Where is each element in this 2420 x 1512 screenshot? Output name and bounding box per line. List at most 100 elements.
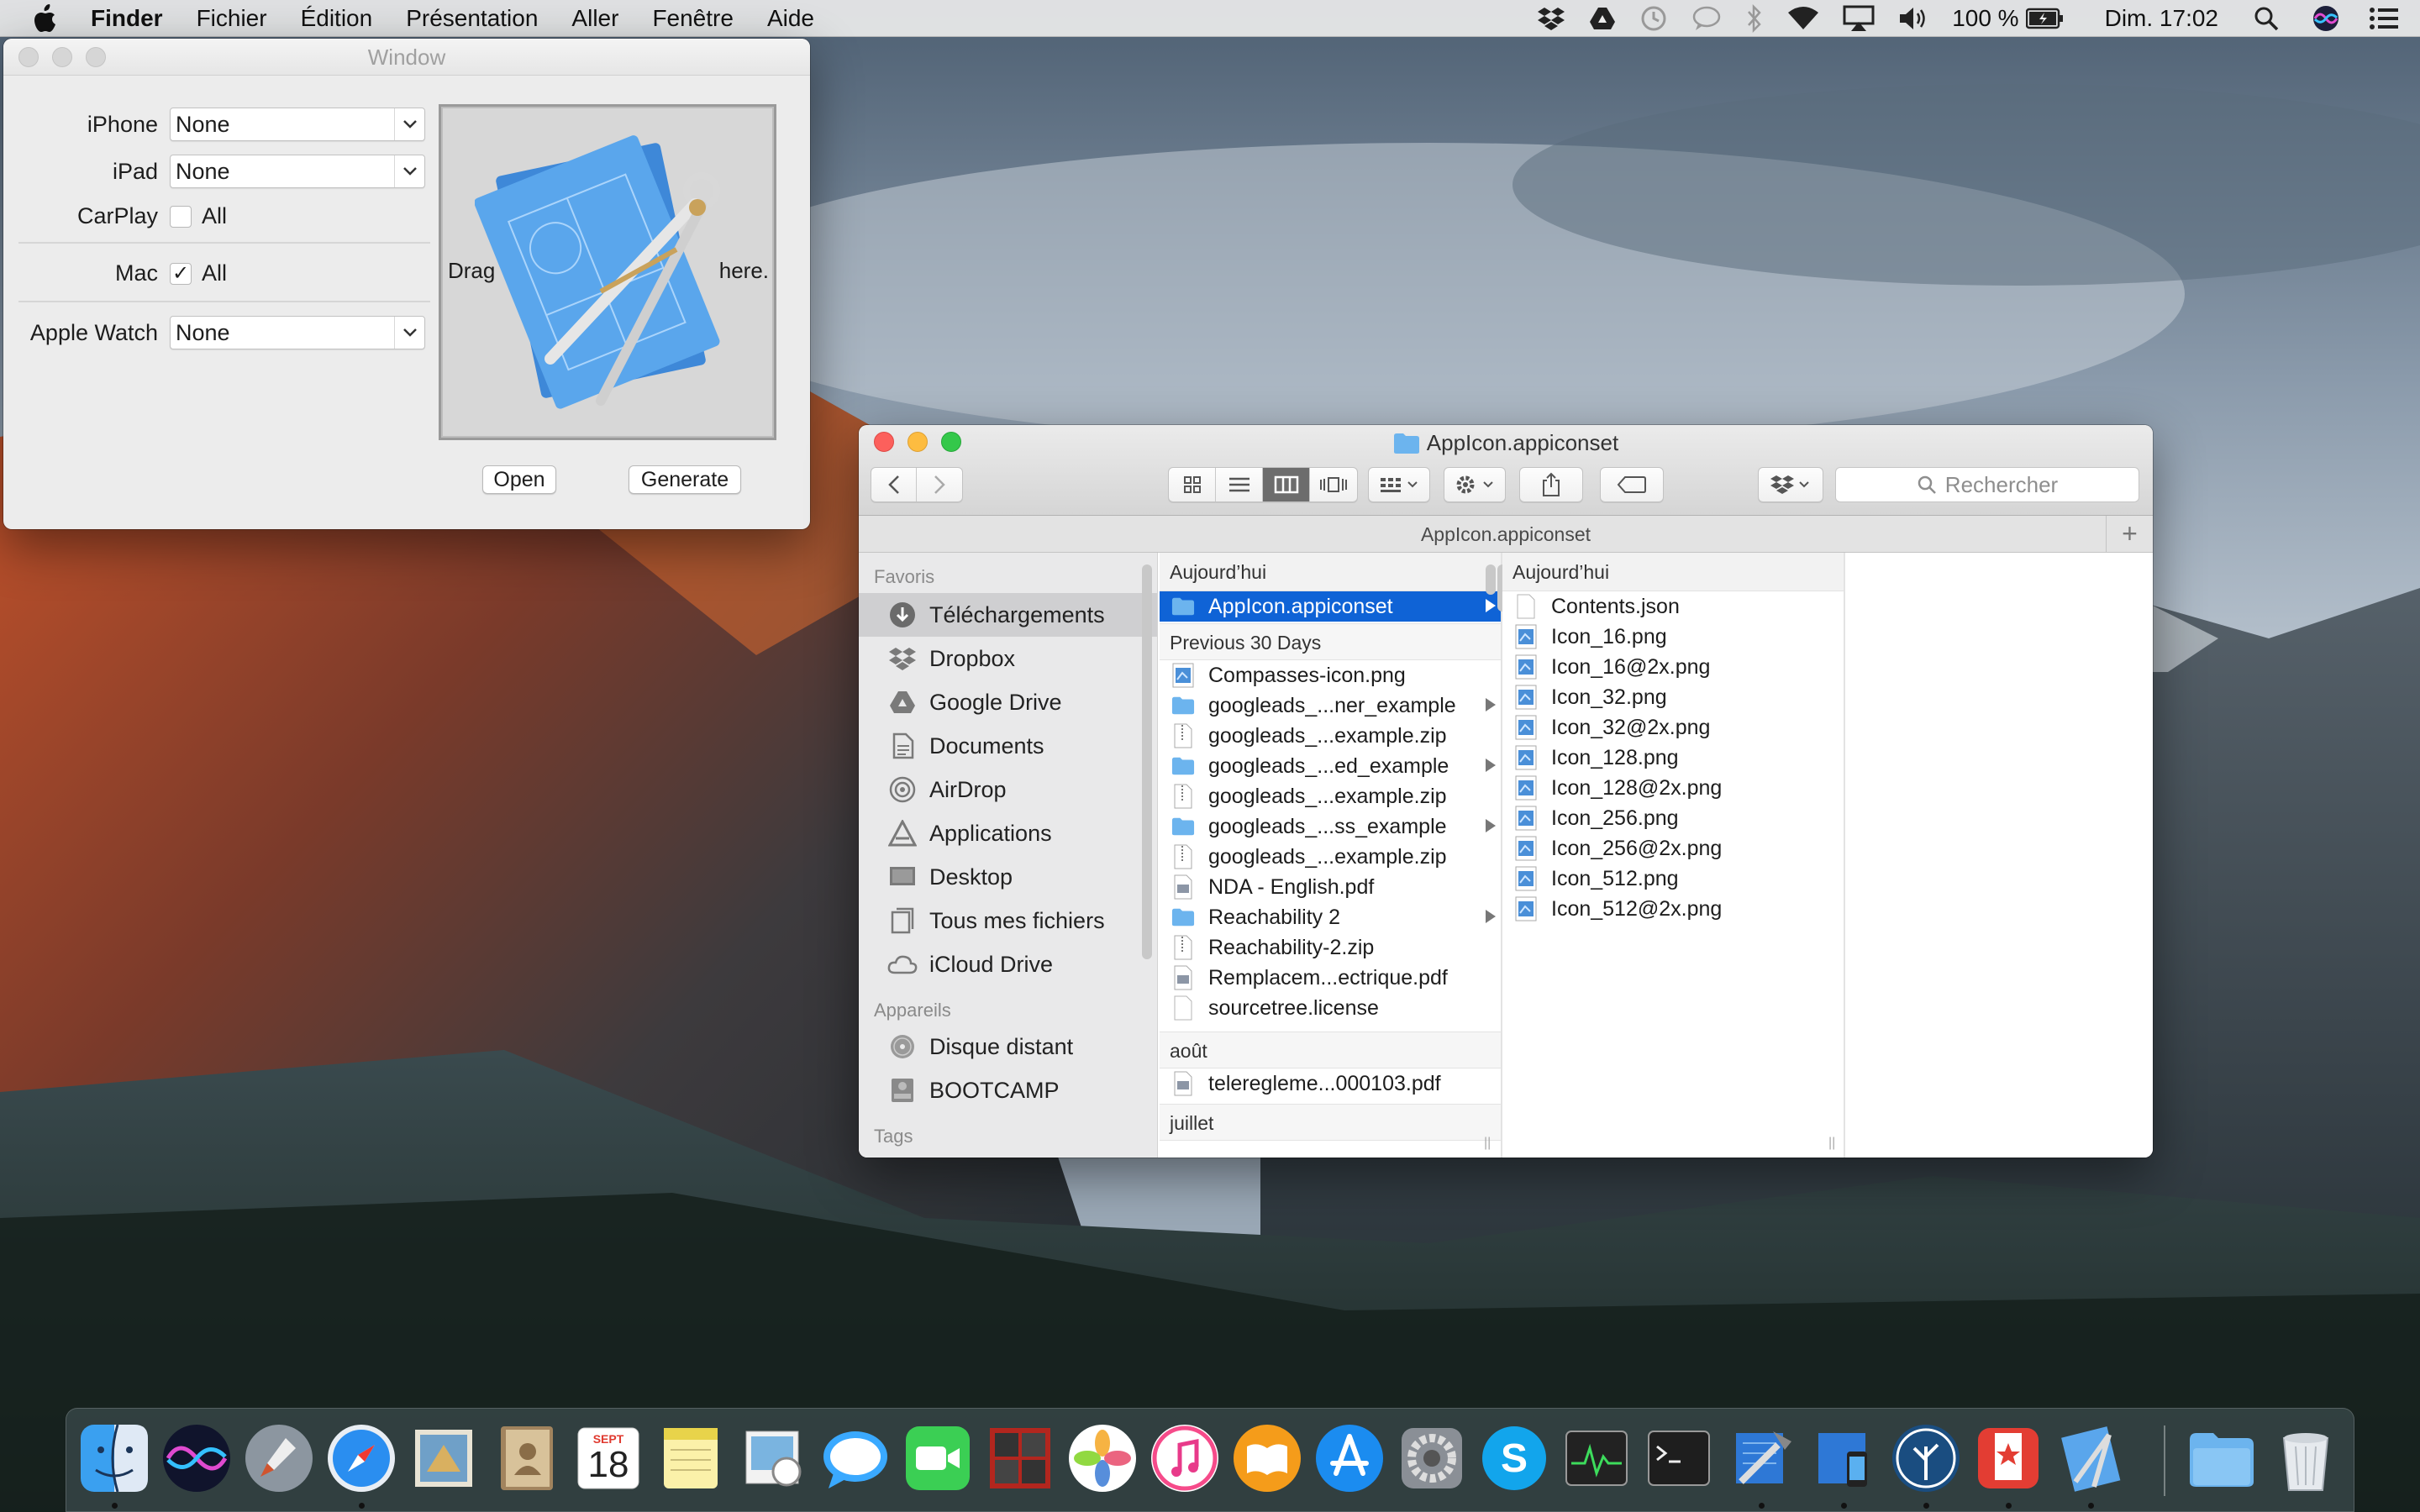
apple-icon[interactable] (32, 3, 66, 33)
dock-preview-icon[interactable] (735, 1420, 811, 1496)
file-row[interactable]: NDA - English.pdf (1160, 872, 1501, 902)
dock-facetime-icon[interactable] (900, 1420, 976, 1496)
sidebar-item-remote-disc[interactable]: Disque distant (859, 1025, 1157, 1068)
bluetooth-icon[interactable] (1745, 4, 1764, 33)
carplay-checkbox[interactable] (170, 205, 192, 228)
new-tab-button[interactable]: + (2106, 516, 2153, 553)
file-row[interactable]: googleads_...example.zip (1160, 842, 1501, 872)
menu-aide[interactable]: Aide (767, 5, 814, 32)
dock-contacts-icon[interactable] (488, 1420, 564, 1496)
sidebar-item-icloud[interactable]: iCloud Drive (859, 942, 1157, 986)
file-row[interactable]: googleads_...ed_example (1160, 751, 1501, 781)
menu-clock[interactable]: Dim. 17:02 (2105, 5, 2218, 32)
menu-presentation[interactable]: Présentation (406, 5, 538, 32)
menu-app-name[interactable]: Finder (91, 5, 163, 32)
list-view-button[interactable] (1216, 468, 1263, 501)
battery-icon[interactable] (2025, 8, 2065, 29)
dock-icon-generator-icon[interactable] (2053, 1420, 2128, 1496)
search-input[interactable]: Rechercher (1835, 467, 2139, 502)
sidebar-scrollbar[interactable] (1142, 564, 1152, 959)
file-row[interactable]: Icon_16@2x.png (1502, 652, 1844, 682)
dock-skype-icon[interactable]: S (1476, 1420, 1552, 1496)
dock-terminal-icon[interactable] (1641, 1420, 1717, 1496)
generate-button[interactable]: Generate (629, 465, 741, 494)
file-row[interactable]: Icon_512@2x.png (1502, 894, 1844, 924)
column-resize-grip[interactable]: || (1828, 1136, 1835, 1151)
file-row[interactable]: Icon_128@2x.png (1502, 773, 1844, 803)
apple-watch-select[interactable]: None (170, 316, 425, 349)
dock-safari-icon[interactable] (324, 1420, 399, 1496)
cover-flow-button[interactable] (1310, 468, 1357, 501)
sidebar-item-applications[interactable]: Applications (859, 811, 1157, 855)
dock-ibooks-icon[interactable] (1229, 1420, 1305, 1496)
dock-finder-icon[interactable] (76, 1420, 152, 1496)
back-button[interactable] (871, 468, 917, 501)
tags-button[interactable] (1600, 467, 1664, 502)
file-row[interactable]: Icon_256@2x.png (1502, 833, 1844, 864)
dock-notes-icon[interactable] (653, 1420, 729, 1496)
dock-simulator-icon[interactable] (1806, 1420, 1881, 1496)
file-row[interactable]: telereglеme...000103.pdf (1160, 1068, 1501, 1099)
action-button[interactable] (1444, 467, 1506, 502)
time-machine-icon[interactable] (1639, 4, 1668, 33)
dock-mail-icon[interactable] (406, 1420, 481, 1496)
dropbox-icon[interactable] (1537, 6, 1565, 31)
dropbox-toolbar-button[interactable] (1758, 467, 1823, 502)
file-row[interactable]: Reachability 2 (1160, 902, 1501, 932)
close-icon[interactable] (18, 47, 39, 67)
google-drive-icon[interactable] (1589, 7, 1616, 30)
file-row[interactable]: Icon_32@2x.png (1502, 712, 1844, 743)
spotlight-icon[interactable] (2254, 6, 2279, 31)
sidebar-item-documents[interactable]: Documents (859, 724, 1157, 768)
arrange-button[interactable] (1368, 467, 1430, 502)
sidebar-item-all-files[interactable]: Tous mes fichiers (859, 899, 1157, 942)
battery-percent[interactable]: 100 % (1952, 5, 2018, 32)
column-resize-grip[interactable]: || (1484, 1136, 1491, 1151)
notification-center-icon[interactable] (2370, 7, 2398, 30)
dock-messages-icon[interactable] (818, 1420, 893, 1496)
dock-sourcetree-icon[interactable] (1888, 1420, 1964, 1496)
dock-siri-icon[interactable] (159, 1420, 234, 1496)
mac-checkbox[interactable]: ✓ (170, 262, 192, 285)
siri-status-icon[interactable] (2312, 5, 2339, 32)
file-row[interactable]: Icon_32.png (1502, 682, 1844, 712)
ipad-select[interactable]: None (170, 155, 425, 188)
dock-photos-icon[interactable] (1065, 1420, 1140, 1496)
share-button[interactable] (1519, 467, 1583, 502)
dock-calendar-icon[interactable]: SEPT 18 (571, 1420, 646, 1496)
zoom-icon[interactable] (86, 47, 106, 67)
file-row[interactable]: Icon_128.png (1502, 743, 1844, 773)
dock-system-preferences-icon[interactable] (1394, 1420, 1470, 1496)
sidebar-item-desktop[interactable]: Desktop (859, 855, 1157, 899)
menu-fenetre[interactable]: Fenêtre (652, 5, 734, 32)
forward-button[interactable] (917, 468, 962, 501)
volume-icon[interactable] (1898, 6, 1928, 31)
file-row[interactable]: Compasses-icon.png (1160, 660, 1501, 690)
airplay-icon[interactable] (1843, 5, 1875, 32)
file-row[interactable]: googleads_...example.zip (1160, 721, 1501, 751)
file-row[interactable]: Reachability-2.zip (1160, 932, 1501, 963)
file-row[interactable]: sourcetree.license (1160, 993, 1501, 1023)
menu-edition[interactable]: Édition (301, 5, 373, 32)
sidebar-item-downloads[interactable]: Téléchargements (859, 593, 1157, 637)
file-row[interactable]: googleads_...ner_example (1160, 690, 1501, 721)
dock-xcode-icon[interactable] (1723, 1420, 1799, 1496)
file-row[interactable]: Icon_512.png (1502, 864, 1844, 894)
icon-drop-zone[interactable]: Drag here. (439, 104, 776, 440)
menu-aller[interactable]: Aller (571, 5, 618, 32)
column-view-button[interactable] (1263, 468, 1310, 501)
minimize-icon[interactable] (52, 47, 72, 67)
dock-wunderlist-icon[interactable] (1970, 1420, 2046, 1496)
iphone-select[interactable]: None (170, 108, 425, 141)
dock-photo-booth-icon[interactable] (982, 1420, 1058, 1496)
sidebar-item-dropbox[interactable]: Dropbox (859, 637, 1157, 680)
dock-trash-icon[interactable] (2268, 1420, 2344, 1496)
sidebar-item-airdrop[interactable]: AirDrop (859, 768, 1157, 811)
file-row[interactable]: googleads_...ss_example (1160, 811, 1501, 842)
sidebar-item-google-drive[interactable]: Google Drive (859, 680, 1157, 724)
tab-title[interactable]: AppIcon.appiconset (1421, 523, 1591, 545)
wifi-icon[interactable] (1787, 6, 1819, 31)
file-row[interactable]: AppIcon.appiconset (1160, 591, 1501, 622)
dock-itunes-icon[interactable] (1147, 1420, 1223, 1496)
open-button[interactable]: Open (482, 465, 556, 494)
